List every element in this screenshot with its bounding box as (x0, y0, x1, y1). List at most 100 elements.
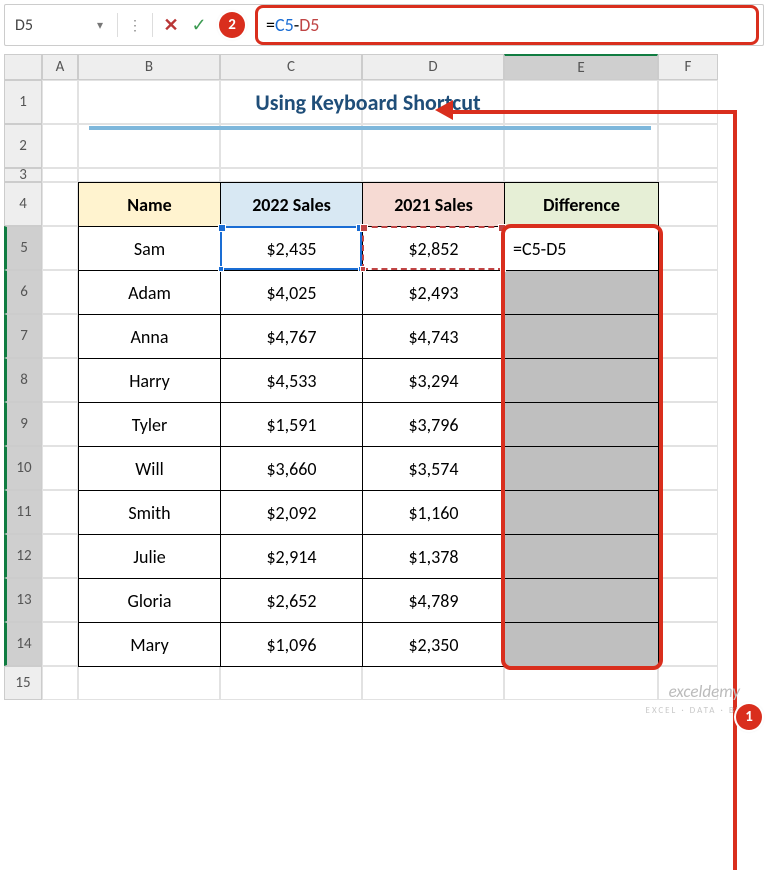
cell[interactable] (42, 182, 78, 226)
cell[interactable] (78, 168, 220, 182)
cell-name[interactable]: Harry (79, 359, 221, 403)
cell[interactable] (504, 666, 658, 700)
cell[interactable] (42, 168, 78, 182)
cell-2021[interactable]: $2,350 (363, 623, 505, 667)
cell-name[interactable]: Smith (79, 491, 221, 535)
cell[interactable] (42, 622, 78, 666)
cell-name[interactable]: Adam (79, 271, 221, 315)
cell-2022[interactable]: $1,591 (221, 403, 363, 447)
col-header-b[interactable]: B (78, 54, 220, 80)
cell-name[interactable]: Mary (79, 623, 221, 667)
header-name[interactable]: Name (79, 183, 221, 227)
cell-name[interactable]: Tyler (79, 403, 221, 447)
cell-difference[interactable] (505, 359, 659, 403)
cell-2022[interactable]: $2,914 (221, 535, 363, 579)
cell-difference[interactable] (505, 447, 659, 491)
cell[interactable] (42, 578, 78, 622)
cell-name[interactable]: Gloria (79, 579, 221, 623)
row-header[interactable]: 14 (4, 622, 42, 666)
row-header[interactable]: 13 (4, 578, 42, 622)
cell[interactable] (658, 358, 718, 402)
cell[interactable] (220, 168, 362, 182)
cell[interactable] (658, 402, 718, 446)
cell[interactable] (658, 124, 718, 168)
cell-2022[interactable]: $1,096 (221, 623, 363, 667)
row-header[interactable]: 8 (4, 358, 42, 402)
cell[interactable] (42, 446, 78, 490)
row-header[interactable]: 11 (4, 490, 42, 534)
cell[interactable] (658, 182, 718, 226)
row-header[interactable]: 10 (4, 446, 42, 490)
cell[interactable] (658, 168, 718, 182)
cell-difference[interactable] (505, 535, 659, 579)
select-all-button[interactable] (4, 54, 42, 80)
cell-2022[interactable]: $4,767 (221, 315, 363, 359)
cell[interactable] (658, 226, 718, 270)
cell-2022[interactable]: $2,652 (221, 579, 363, 623)
cell-2021[interactable]: $3,574 (363, 447, 505, 491)
cell[interactable] (658, 270, 718, 314)
row-header[interactable]: 3 (4, 168, 42, 182)
cell-2021[interactable]: $2,493 (363, 271, 505, 315)
cell[interactable] (42, 314, 78, 358)
cell-difference[interactable] (505, 271, 659, 315)
cell[interactable] (658, 314, 718, 358)
cell[interactable] (504, 168, 658, 182)
header-2022-sales[interactable]: 2022 Sales (221, 183, 363, 227)
cell-name[interactable]: Julie (79, 535, 221, 579)
cell[interactable] (658, 578, 718, 622)
cell-name[interactable]: Will (79, 447, 221, 491)
cell[interactable] (42, 124, 78, 168)
cell[interactable] (658, 446, 718, 490)
chevron-down-icon[interactable]: ▾ (97, 18, 103, 33)
cell[interactable] (362, 124, 504, 168)
cell[interactable] (658, 490, 718, 534)
cell[interactable] (220, 124, 362, 168)
cell[interactable] (658, 534, 718, 578)
cell[interactable] (220, 666, 362, 700)
cell-difference[interactable] (505, 579, 659, 623)
cell[interactable] (42, 490, 78, 534)
cell[interactable] (658, 80, 718, 124)
cell[interactable] (362, 666, 504, 700)
cell-difference-formula[interactable]: =C5-D5 (505, 227, 659, 271)
header-2021-sales[interactable]: 2021 Sales (363, 183, 505, 227)
cell-2022[interactable]: $2,092 (221, 491, 363, 535)
row-header[interactable]: 15 (4, 666, 42, 700)
enter-icon[interactable]: ✓ (187, 13, 211, 37)
cell[interactable] (42, 534, 78, 578)
row-header[interactable]: 9 (4, 402, 42, 446)
more-icon[interactable]: ⋮ (122, 17, 148, 34)
name-box[interactable]: D5 ▾ (5, 5, 113, 45)
cell[interactable] (42, 270, 78, 314)
row-header[interactable]: 1 (4, 80, 42, 124)
cell-difference[interactable] (505, 315, 659, 359)
cell-2022[interactable]: $3,660 (221, 447, 363, 491)
header-difference[interactable]: Difference (505, 183, 659, 227)
cell-2021[interactable]: $3,294 (363, 359, 505, 403)
cell[interactable] (362, 168, 504, 182)
cell-2022[interactable]: $4,025 (221, 271, 363, 315)
cell[interactable] (504, 124, 658, 168)
cell-2021[interactable]: $3,796 (363, 403, 505, 447)
cell-difference[interactable] (505, 623, 659, 667)
cell-name[interactable]: Sam (79, 227, 221, 271)
cell[interactable] (78, 666, 220, 700)
row-header[interactable]: 2 (4, 124, 42, 168)
formula-input[interactable]: =C5-D5 (255, 5, 759, 45)
row-header[interactable]: 4 (4, 182, 42, 226)
row-header[interactable]: 6 (4, 270, 42, 314)
cell-difference[interactable] (505, 491, 659, 535)
cell-2022[interactable]: $4,533 (221, 359, 363, 403)
cell-2022[interactable]: $2,435 (221, 227, 363, 271)
cell-2021[interactable]: $1,160 (363, 491, 505, 535)
row-header[interactable]: 5 (4, 226, 42, 270)
cell[interactable] (42, 80, 78, 124)
cell-2021[interactable]: $4,743 (363, 315, 505, 359)
cancel-icon[interactable]: ✕ (159, 13, 183, 37)
cell[interactable] (78, 124, 220, 168)
cell-name[interactable]: Anna (79, 315, 221, 359)
cell-2021[interactable]: $4,789 (363, 579, 505, 623)
col-header-e[interactable]: E (504, 54, 658, 80)
cell[interactable] (42, 226, 78, 270)
